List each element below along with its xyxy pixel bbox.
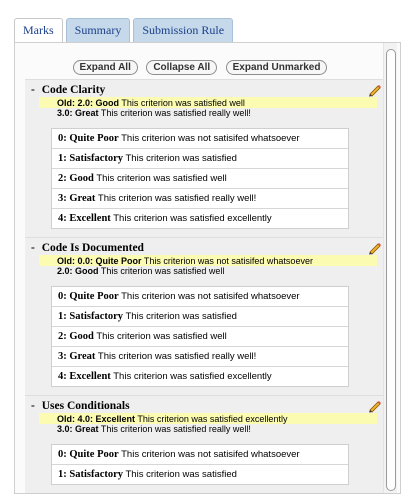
expand-all-button[interactable]: Expand All bbox=[72, 60, 138, 75]
level-option[interactable]: 0: Quite Poor This criterion was not sat… bbox=[52, 129, 348, 149]
tab-summary[interactable]: Summary bbox=[65, 18, 131, 42]
scrollbar-thumb[interactable] bbox=[386, 49, 396, 491]
level-list: 0: Quite Poor This criterion was not sat… bbox=[51, 444, 349, 485]
level-option[interactable]: 2: Good This criterion was satisfied wel… bbox=[52, 327, 348, 347]
criterion-code-is-documented: - Code Is Documented Old: 0.0: Quite Poo… bbox=[25, 237, 391, 396]
criterion-title[interactable]: - Code Is Documented bbox=[25, 238, 391, 255]
expand-unmarked-button[interactable]: Expand Unmarked bbox=[225, 60, 328, 75]
tab-submission-rule[interactable]: Submission Rule bbox=[133, 18, 234, 42]
tab-marks[interactable]: Marks bbox=[14, 18, 63, 43]
level-list: 0: Quite Poor This criterion was not sat… bbox=[51, 286, 349, 387]
marks-panel: Expand All Collapse All Expand Unmarked … bbox=[14, 42, 401, 494]
pencil-edit-icon[interactable] bbox=[367, 83, 383, 97]
level-option[interactable]: 3: Great This criterion was satisfied re… bbox=[52, 347, 348, 367]
criterion-uses-conditionals: - Uses Conditionals Old: 4.0: Excellent … bbox=[25, 395, 391, 493]
criterion-code-clarity: - Code Clarity Old: 2.0: Good This crite… bbox=[25, 79, 391, 238]
tab-bar: Marks Summary Submission Rule bbox=[14, 18, 236, 43]
current-mark-line: 3.0: Great This criterion was satisfied … bbox=[57, 424, 251, 434]
level-option[interactable]: 4: Excellent This criterion was satisfie… bbox=[52, 209, 348, 228]
vertical-scrollbar[interactable] bbox=[383, 43, 397, 493]
pencil-edit-icon[interactable] bbox=[367, 399, 383, 413]
collapse-toggle[interactable]: - bbox=[31, 84, 35, 96]
collapse-all-button[interactable]: Collapse All bbox=[146, 60, 218, 75]
criterion-title-text: Code Clarity bbox=[41, 84, 106, 96]
current-mark-line: 3.0: Great This criterion was satisfied … bbox=[57, 108, 251, 118]
collapse-toggle[interactable]: - bbox=[31, 242, 35, 254]
level-option[interactable]: 3: Great This criterion was satisfied re… bbox=[52, 189, 348, 209]
old-mark-line: Old: 0.0: Quite Poor This criterion was … bbox=[39, 255, 377, 266]
old-mark-line: Old: 2.0: Good This criterion was satisf… bbox=[39, 97, 377, 108]
level-option[interactable]: 0: Quite Poor This criterion was not sat… bbox=[52, 445, 348, 465]
level-option[interactable]: 1: Satisfactory This criterion was satis… bbox=[52, 307, 348, 327]
current-mark-line: 2.0: Good This criterion was satisfied w… bbox=[57, 266, 225, 276]
pencil-edit-icon[interactable] bbox=[367, 241, 383, 255]
level-option[interactable]: 4: Excellent This criterion was satisfie… bbox=[52, 367, 348, 386]
old-mark-line: Old: 4.0: Excellent This criterion was s… bbox=[39, 413, 377, 424]
level-option[interactable]: 1: Satisfactory This criterion was satis… bbox=[52, 465, 348, 484]
criterion-title-text: Code Is Documented bbox=[41, 242, 144, 254]
collapse-toggle[interactable]: - bbox=[31, 400, 35, 412]
criterion-title-text: Uses Conditionals bbox=[41, 400, 130, 412]
criterion-title[interactable]: - Code Clarity bbox=[25, 80, 391, 97]
level-option[interactable]: 0: Quite Poor This criterion was not sat… bbox=[52, 287, 348, 307]
expand-controls: Expand All Collapse All Expand Unmarked bbox=[15, 57, 385, 75]
level-list: 0: Quite Poor This criterion was not sat… bbox=[51, 128, 349, 229]
level-option[interactable]: 1: Satisfactory This criterion was satis… bbox=[52, 149, 348, 169]
level-option[interactable]: 2: Good This criterion was satisfied wel… bbox=[52, 169, 348, 189]
criterion-title[interactable]: - Uses Conditionals bbox=[25, 396, 391, 413]
